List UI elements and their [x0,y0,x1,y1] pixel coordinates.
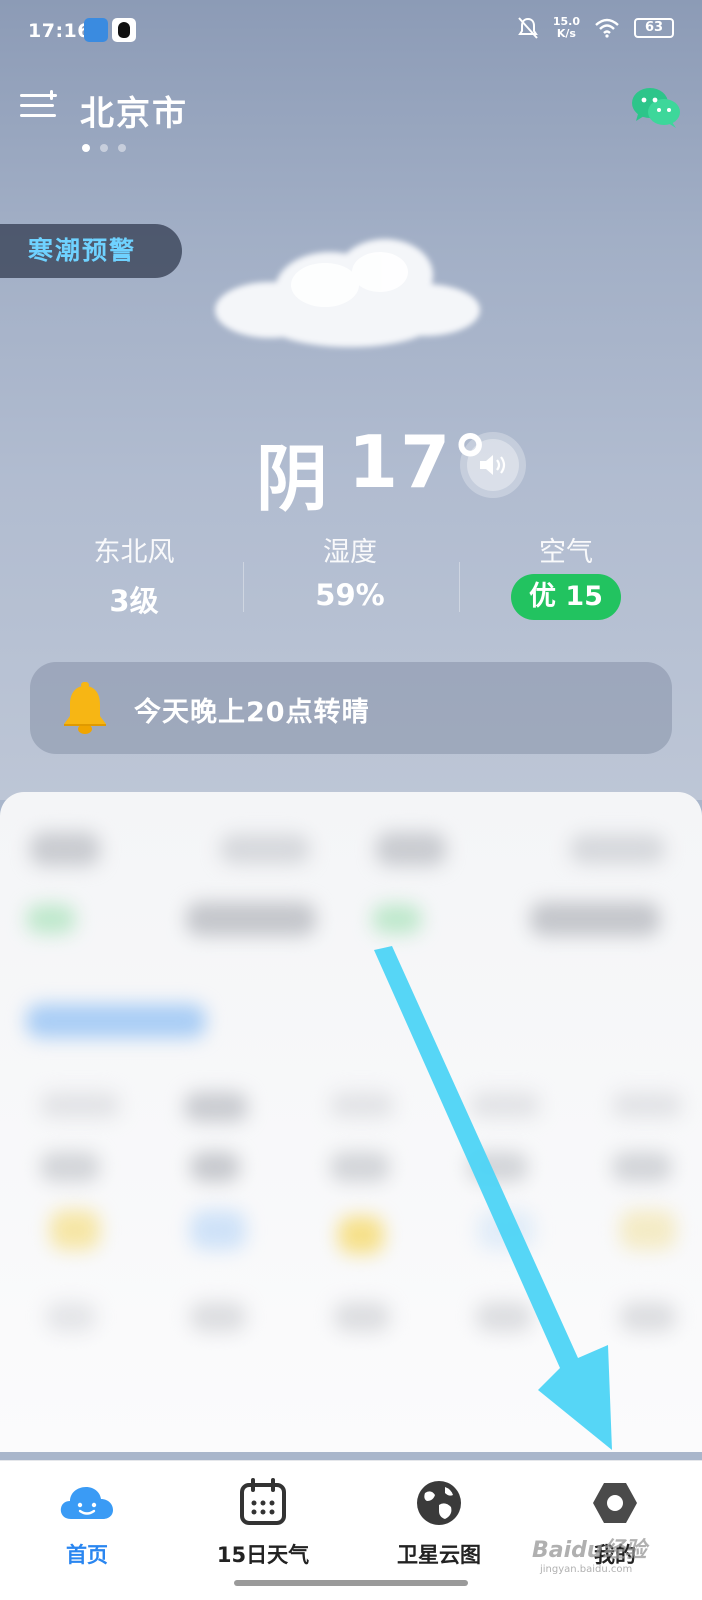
wind-value: 3级 [109,584,159,618]
blurred-block [220,834,310,864]
page-indicator [82,144,126,152]
blurred-block [376,832,446,866]
blurred-block [40,1092,120,1118]
blurred-block [338,1216,384,1254]
overcast-cloud-icon [215,239,480,347]
settings-hexagon-icon [593,1483,637,1523]
nav-satellite-label: 卫星云图 [397,1543,481,1567]
blurred-block [186,902,316,936]
aqi-badge[interactable]: 优 15 [511,574,621,620]
humidity-label: 湿度 [323,537,377,568]
cold-wave-warning-tag[interactable]: 寒潮预警 [0,224,182,278]
bell-icon [64,682,106,734]
home-indicator [234,1580,468,1586]
blurred-block [330,1152,390,1182]
blurred-block [46,1302,96,1332]
blurred-block [372,904,422,934]
blurred-block [190,1210,246,1250]
add-city-menu-icon[interactable] [20,90,58,122]
forecast-notice[interactable]: 今天晚上20点转晴 [30,662,672,754]
blurred-block [612,1152,672,1182]
calendar-icon [240,1478,286,1525]
wechat-icon[interactable] [630,86,682,130]
divider [243,562,244,612]
divider [459,562,460,612]
wifi-icon [595,18,619,38]
blurred-block [530,902,660,936]
globe-icon [417,1481,461,1525]
humidity-stat[interactable]: 湿度 59% [250,530,450,612]
nav-15day[interactable]: 15日天气 [188,1475,338,1569]
notice-text: 今天晚上20点转晴 [134,697,370,728]
qq-icon [112,18,136,42]
status-time: 17:16 [28,20,91,42]
blurred-block [40,1152,100,1182]
blurred-block [468,1152,528,1182]
status-bar: 17:16 15.0 K/s 63 [0,0,702,64]
blurred-block [190,1152,240,1182]
blurred-block [612,1092,682,1118]
nav-home-label: 首页 [66,1543,108,1567]
blurred-block [476,1302,532,1332]
page-dot-active [82,144,90,152]
baidu-watermark: Baidu经验 jingyan.baidu.com [532,1538,647,1575]
speaker-button[interactable] [460,432,526,498]
blurred-block [620,1210,676,1250]
blurred-block [478,1210,534,1250]
air-label: 空气 [539,537,593,568]
blurred-block [190,1302,246,1332]
blurred-block [50,1210,100,1250]
humidity-value: 59% [315,578,385,612]
weather-condition: 阴 [256,437,331,521]
bottom-nav: 首页 15日天气 卫星云图 我的 [0,1460,702,1600]
page-dot [118,144,126,152]
speaker-icon [480,455,506,475]
cloud-face-icon [60,1487,113,1519]
blurred-block [184,1092,248,1122]
battery-icon: 63 [634,18,674,38]
city-title[interactable]: 北京市 [80,86,188,135]
blurred-block [26,1004,206,1038]
blurred-block [330,1092,394,1118]
forecast-content-card-blurred [0,792,702,1452]
blurred-block [620,1302,676,1332]
wind-stat[interactable]: 东北风 3级 [34,530,234,620]
blurred-block [26,904,76,934]
blurred-block [30,832,100,866]
nav-home[interactable]: 首页 [12,1475,162,1569]
nav-15day-label: 15日天气 [216,1543,310,1567]
blurred-block [470,1092,540,1118]
page-dot [100,144,108,152]
blurred-block [334,1302,390,1332]
net-speed: 15.0 K/s [552,15,580,40]
mute-icon [517,17,538,39]
air-quality-stat[interactable]: 空气 优 15 [466,530,666,620]
wind-label: 东北风 [93,537,175,568]
blurred-block [570,834,665,864]
weather-app-icon [84,18,108,42]
nav-satellite[interactable]: 卫星云图 [364,1475,514,1569]
